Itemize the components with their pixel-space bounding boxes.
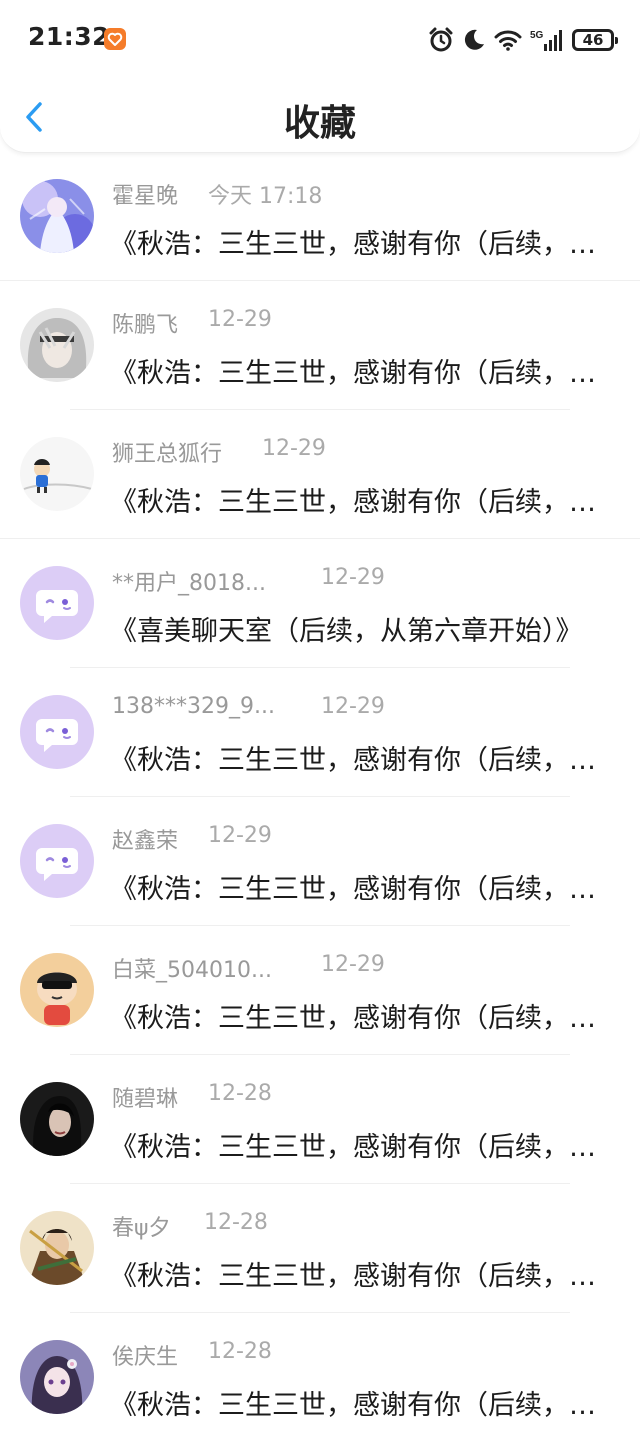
default-chat-avatar-icon	[36, 848, 78, 881]
battery-icon: 46	[572, 29, 618, 51]
item-message: 《喜美聊天室（后续，从第六章开始）》	[110, 616, 583, 647]
avatar	[20, 695, 94, 769]
crayon-boy-avatar-icon	[20, 953, 94, 1027]
moon-icon	[464, 29, 484, 50]
list-item[interactable]: **用户_8018... 12-29 《喜美聊天室（后续，从第六章开始）》	[0, 539, 640, 668]
item-message: 《秋浩：三生三世，感谢有你（后续，从第六章开始）》	[110, 874, 612, 905]
item-message: 《秋浩：三生三世，感谢有你（后续，从第六章开始）》	[110, 487, 612, 518]
item-message: 《秋浩：三生三世，感谢有你（后续，从第六章开始）》	[110, 358, 612, 389]
app-heart-icon	[104, 28, 126, 50]
battery-level: 46	[582, 31, 604, 49]
warrior-avatar-icon	[20, 1211, 94, 1285]
wifi-icon	[494, 30, 522, 51]
cartoon-kid-avatar-icon	[20, 437, 94, 511]
avatar	[20, 1211, 94, 1285]
item-name: 春ψ夕	[112, 1216, 171, 1241]
page-title: 收藏	[283, 103, 356, 144]
item-name: 狮王总狐行	[112, 442, 223, 467]
list-item[interactable]: 赵鑫荣 12-29 《秋浩：三生三世，感谢有你（后续，从第六章开始）》	[0, 797, 640, 926]
item-date: 12-29	[208, 823, 272, 848]
list-item[interactable]: 白菜_504010... 12-29 《秋浩：三生三世，感谢有你（后续，从第六章…	[0, 926, 640, 1055]
item-name: 霍星晚	[112, 184, 179, 209]
item-name: 陈鹏飞	[112, 313, 179, 338]
favorites-list: 霍星晚 今天 17:18 《秋浩：三生三世，感谢有你（后续，从第六章开始）》 陈…	[0, 152, 640, 1442]
item-name: 俟庆生	[112, 1345, 179, 1370]
item-message: 《秋浩：三生三世，感谢有你（后续，从第六章开始）》	[110, 1261, 612, 1292]
avatar	[20, 566, 94, 640]
list-item[interactable]: 随碧琳 12-28 《秋浩：三生三世，感谢有你（后续，从第六章开始）》	[0, 1055, 640, 1184]
avatar	[20, 308, 94, 382]
avatar	[20, 1340, 94, 1414]
item-date: 今天 17:18	[208, 184, 323, 209]
silver-hair-avatar-icon	[20, 308, 94, 382]
avatar	[20, 179, 94, 253]
item-date: 12-29	[321, 694, 385, 719]
anime-girl-avatar-icon	[20, 179, 94, 253]
default-chat-avatar-icon	[36, 590, 78, 623]
list-item[interactable]: 霍星晚 今天 17:18 《秋浩：三生三世，感谢有你（后续，从第六章开始）》	[0, 152, 640, 281]
item-name: 白菜_504010...	[112, 958, 272, 983]
item-date: 12-29	[262, 436, 326, 461]
item-date: 12-28	[204, 1210, 268, 1235]
item-message: 《秋浩：三生三世，感谢有你（后续，从第六章开始）》	[110, 1003, 612, 1034]
item-date: 12-29	[321, 565, 385, 590]
anime-flower-girl-avatar-icon	[20, 1340, 94, 1414]
dark-hair-girl-avatar-icon	[20, 1082, 94, 1156]
default-chat-avatar-icon	[36, 719, 78, 752]
status-bar: 21:32 5G 46	[0, 0, 640, 80]
item-date: 12-28	[208, 1081, 272, 1106]
item-date: 12-29	[321, 952, 385, 977]
list-item[interactable]: 138***329_9... 12-29 《秋浩：三生三世，感谢有你（后续，从第…	[0, 668, 640, 797]
status-time: 21:32	[28, 22, 111, 51]
avatar	[20, 824, 94, 898]
avatar	[20, 953, 94, 1027]
svg-text:5G: 5G	[530, 30, 544, 41]
list-item[interactable]: 春ψ夕 12-28 《秋浩：三生三世，感谢有你（后续，从第六章开始）》	[0, 1184, 640, 1313]
item-name: 赵鑫荣	[112, 829, 179, 854]
header: 21:32 5G 46 收藏	[0, 0, 640, 153]
item-message: 《秋浩：三生三世，感谢有你（后续，从第六章开始）》	[110, 1132, 612, 1163]
item-name: 138***329_9...	[112, 694, 275, 719]
list-item[interactable]: 狮王总狐行 12-29 《秋浩：三生三世，感谢有你（后续，从第六章开始）》	[0, 410, 640, 539]
item-name: **用户_8018...	[112, 571, 266, 596]
alarm-icon	[429, 27, 453, 52]
item-message: 《秋浩：三生三世，感谢有你（后续，从第六章开始）》	[110, 229, 612, 260]
item-name: 随碧琳	[112, 1087, 179, 1112]
avatar	[20, 437, 94, 511]
item-date: 12-28	[208, 1339, 272, 1364]
status-icons: 5G 46	[428, 24, 618, 56]
list-item[interactable]: 陈鹏飞 12-29 《秋浩：三生三世，感谢有你（后续，从第六章开始）》	[0, 281, 640, 410]
list-item[interactable]: 俟庆生 12-28 《秋浩：三生三世，感谢有你（后续，从第六章开始）》	[0, 1313, 640, 1442]
5g-signal-icon: 5G	[530, 30, 562, 51]
item-message: 《秋浩：三生三世，感谢有你（后续，从第六章开始）》	[110, 745, 612, 776]
item-date: 12-29	[208, 307, 272, 332]
avatar	[20, 1082, 94, 1156]
item-message: 《秋浩：三生三世，感谢有你（后续，从第六章开始）》	[110, 1390, 612, 1421]
